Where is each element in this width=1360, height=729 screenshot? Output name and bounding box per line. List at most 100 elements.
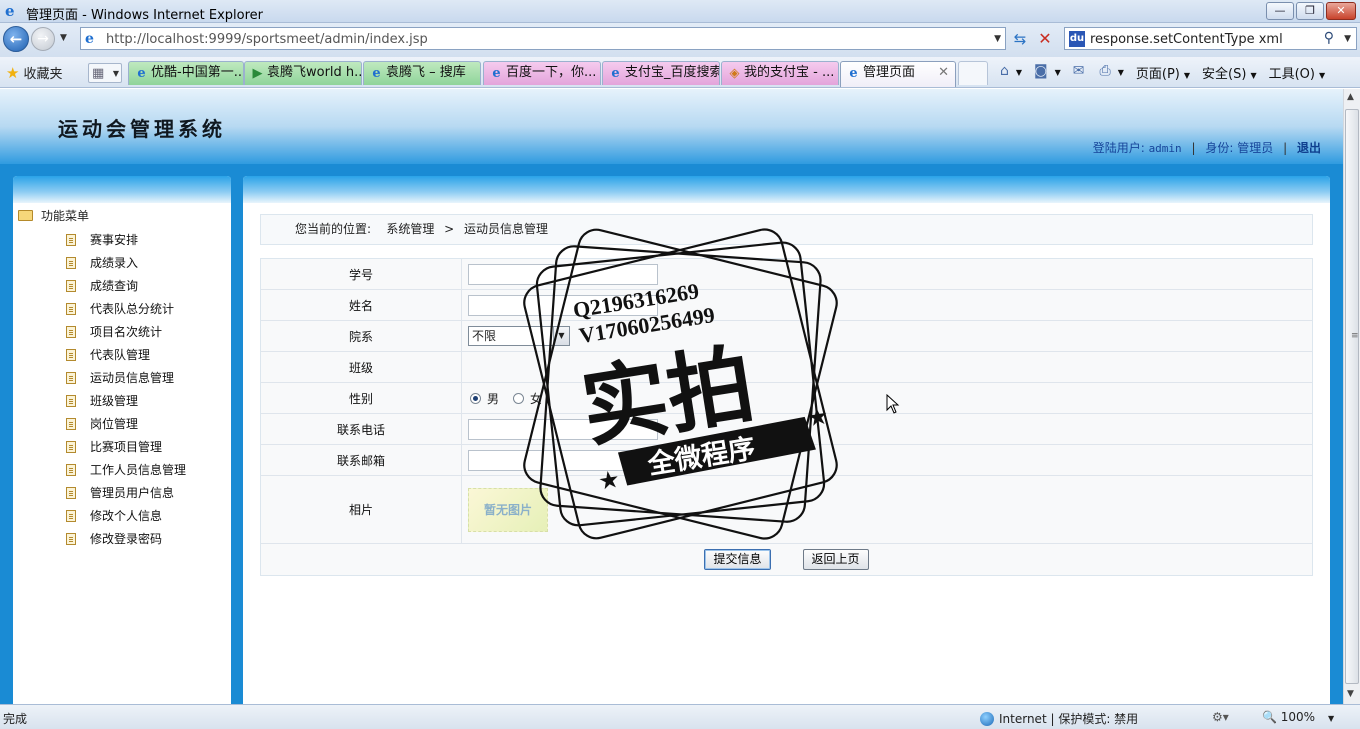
vertical-scrollbar[interactable]: ▲ ≡ ▼ <box>1343 89 1360 704</box>
role-value: 管理员 <box>1237 141 1274 155</box>
tab-close-icon[interactable]: ✕ <box>938 62 949 84</box>
document-icon <box>66 510 76 522</box>
minimize-button[interactable]: — <box>1266 2 1294 20</box>
search-box[interactable]: du response.setContentType xml ⚲ ▼ <box>1064 27 1357 50</box>
scrollbar-thumb[interactable]: ≡ <box>1345 109 1359 684</box>
page-menu[interactable]: 页面(P) ▼ <box>1136 63 1190 82</box>
new-tab-button[interactable] <box>958 61 988 85</box>
sidebar-item-score-query[interactable]: 成绩查询 <box>66 275 186 298</box>
form-row-gender: 性别 男 女 <box>261 383 1312 414</box>
zoom-level[interactable]: 🔍 100% <box>1262 710 1315 724</box>
logout-link[interactable]: 退出 <box>1297 141 1321 155</box>
back-page-button[interactable]: 返回上页 <box>802 549 869 570</box>
tab[interactable]: e 优酷-中国第一... <box>128 61 244 85</box>
page-icon: e <box>85 31 94 47</box>
quick-tabs-dropdown-icon[interactable]: ▼ <box>113 69 119 78</box>
zoom-dropdown-icon[interactable]: ▼ <box>1328 714 1334 723</box>
protected-mode-icon[interactable]: ⚙▾ <box>1212 710 1229 724</box>
home-button[interactable]: ⌂ ▼ <box>1000 63 1022 82</box>
sidebar-item-password[interactable]: 修改登录密码 <box>66 528 186 551</box>
address-dropdown-icon[interactable]: ▼ <box>994 34 1001 44</box>
tab-label: 我的支付宝 - ... <box>744 65 835 80</box>
main-panel: 您当前的位置: 系统管理 > 运动员信息管理 学号 姓名 院系 不限 ▼ 班级 … <box>243 176 1330 704</box>
submit-button[interactable]: 提交信息 <box>704 549 771 570</box>
document-icon <box>66 280 76 292</box>
document-icon <box>66 418 76 430</box>
sidebar-item-classes[interactable]: 班级管理 <box>66 390 186 413</box>
tab[interactable]: e 支付宝_百度搜索 <box>602 61 720 85</box>
search-provider-icon[interactable]: du <box>1069 31 1085 47</box>
sidebar-item-positions[interactable]: 岗位管理 <box>66 413 186 436</box>
feeds-button[interactable]: ◙ ▼ <box>1034 63 1061 82</box>
tab[interactable]: e 袁腾飞 – 搜库 <box>363 61 481 85</box>
photo-placeholder[interactable]: 暂无图片 <box>468 487 548 532</box>
close-button[interactable]: ✕ <box>1326 2 1356 20</box>
sidebar-item-events[interactable]: 比赛项目管理 <box>66 436 186 459</box>
gender-female-radio[interactable] <box>513 392 525 404</box>
form-row-phone: 联系电话 <box>261 414 1312 445</box>
form-row-photo: 相片 暂无图片 <box>261 476 1312 544</box>
tab[interactable]: ▶ 袁腾飞world h... <box>244 61 362 85</box>
stop-icon[interactable]: ✕ <box>1035 29 1055 49</box>
rss-icon: ◙ <box>1034 63 1048 79</box>
tab-label: 袁腾飞 – 搜库 <box>386 65 466 80</box>
document-icon <box>66 487 76 499</box>
print-button[interactable]: ⎙ ▼ <box>1100 63 1124 82</box>
page-viewport: 运动会管理系统 登陆用户: admin | 身份: 管理员 | 退出 功能菜单 … <box>0 89 1343 704</box>
star-icon: ★ <box>6 64 20 82</box>
sidebar-item-ranking[interactable]: 项目名次统计 <box>66 321 186 344</box>
scroll-up-icon[interactable]: ▲ <box>1347 92 1354 102</box>
play-icon: ▶ <box>252 66 263 81</box>
email-input[interactable] <box>468 449 658 471</box>
student-id-input[interactable] <box>468 263 658 285</box>
address-bar[interactable]: e http://localhost:9999/sportsmeet/admin… <box>80 27 1006 50</box>
scroll-down-icon[interactable]: ▼ <box>1347 689 1354 699</box>
sidebar-item-profile[interactable]: 修改个人信息 <box>66 505 186 528</box>
quick-tabs-button[interactable]: ▦ ▼ <box>88 63 122 83</box>
sidebar-item-team-total[interactable]: 代表队总分统计 <box>66 298 186 321</box>
sidebar-header <box>13 176 231 203</box>
photo-label: 相片 <box>261 476 462 543</box>
sidebar-item-athletes[interactable]: 运动员信息管理 <box>66 367 186 390</box>
safety-menu[interactable]: 安全(S) ▼ <box>1202 63 1257 82</box>
tab-active[interactable]: e 管理页面 ✕ <box>840 61 956 87</box>
back-button[interactable]: ← <box>3 26 29 52</box>
search-icon[interactable]: ⚲ <box>1324 30 1334 46</box>
grip-icon: ≡ <box>1351 331 1359 341</box>
form-row-student-id: 学号 <box>261 259 1312 290</box>
gender-male-radio[interactable] <box>470 392 481 404</box>
search-input[interactable]: response.setContentType xml <box>1090 32 1283 47</box>
search-dropdown-icon[interactable]: ▼ <box>1344 34 1351 44</box>
security-zone[interactable]: Internet | 保护模式: 禁用 <box>980 710 1138 727</box>
refresh-icon[interactable]: ⇆ <box>1010 29 1030 49</box>
mail-icon: ✉ <box>1072 63 1085 79</box>
sidebar-item-team-manage[interactable]: 代表队管理 <box>66 344 186 367</box>
sidebar-item-staff[interactable]: 工作人员信息管理 <box>66 459 186 482</box>
ie-logo-icon: e <box>5 2 15 20</box>
window-titlebar: e 管理页面 - Windows Internet Explorer — ❐ ✕ <box>0 0 1360 23</box>
restore-button[interactable]: ❐ <box>1296 2 1324 20</box>
forward-button[interactable]: → <box>31 27 55 51</box>
tools-menu[interactable]: 工具(O) ▼ <box>1269 63 1326 82</box>
ie-page-icon: e <box>372 66 381 81</box>
chevron-down-icon[interactable]: ▼ <box>553 327 569 345</box>
favorites-button[interactable]: ★ 收藏夹 <box>6 63 62 82</box>
sidebar-item-admin-users[interactable]: 管理员用户信息 <box>66 482 186 505</box>
tab-label: 支付宝_百度搜索 <box>625 65 720 80</box>
department-select[interactable]: 不限 ▼ <box>468 326 570 346</box>
name-input[interactable] <box>468 294 658 316</box>
menu-root[interactable]: 功能菜单 <box>18 207 89 224</box>
globe-icon <box>980 712 994 726</box>
document-icon <box>66 303 76 315</box>
sidebar-item-score-entry[interactable]: 成绩录入 <box>66 252 186 275</box>
phone-input[interactable] <box>468 418 658 440</box>
site-title: 运动会管理系统 <box>58 117 226 141</box>
sidebar-item-schedule[interactable]: 赛事安排 <box>66 229 186 252</box>
address-url[interactable]: http://localhost:9999/sportsmeet/admin/i… <box>106 32 428 47</box>
tab-label: 袁腾飞world h... <box>267 65 362 80</box>
student-id-label: 学号 <box>261 259 462 289</box>
tab[interactable]: ◈ 我的支付宝 - ... <box>721 61 839 85</box>
tab[interactable]: e 百度一下，你... <box>483 61 601 85</box>
history-dropdown-icon[interactable]: ▼ <box>60 33 67 43</box>
mail-button[interactable]: ✉ <box>1073 63 1088 82</box>
